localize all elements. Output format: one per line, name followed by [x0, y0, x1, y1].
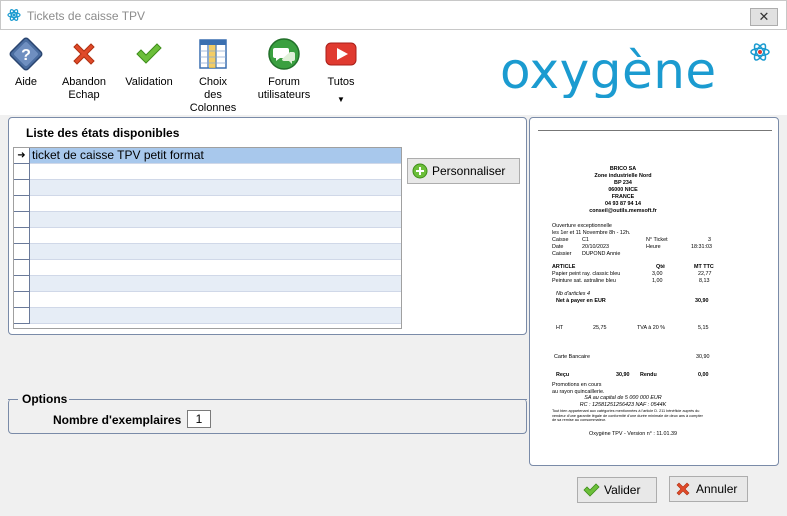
copies-label: Nombre d'exemplaires — [53, 413, 182, 427]
close-icon: ✕ — [758, 9, 770, 24]
table-row[interactable] — [14, 164, 401, 180]
checkmark-icon — [583, 483, 600, 497]
table-row[interactable] — [14, 308, 401, 324]
window-title: Tickets de caisse TPV — [27, 9, 146, 23]
svg-text:?: ? — [21, 47, 31, 64]
abandon-button[interactable]: Abandon Echap — [60, 36, 108, 102]
help-label: Aide — [14, 76, 38, 88]
personnaliser-label: Personnaliser — [432, 164, 506, 178]
video-play-icon — [325, 42, 357, 66]
report-grid[interactable]: ➜ ticket de caisse TPV petit format — [13, 147, 402, 329]
tutos-label: Tutos — [327, 76, 355, 88]
receipt-preview: BRICO SA Zone industrielle Nord BP 234 0… — [538, 126, 772, 458]
validation-label: Validation — [125, 76, 173, 88]
abandon-label-2: Echap — [68, 89, 100, 101]
help-button[interactable]: ? Aide — [6, 36, 46, 89]
receipt-shop: BRICO SA — [609, 166, 637, 172]
logo-atom-icon — [750, 43, 770, 61]
copies-input[interactable]: 1 — [187, 410, 211, 428]
app-atom-icon — [7, 9, 21, 21]
forum-label-1: Forum — [268, 76, 300, 88]
annuler-label: Annuler — [696, 482, 738, 496]
choose-columns-button[interactable]: Choix des Colonnes — [188, 36, 238, 115]
columns-label-3: Colonnes — [189, 102, 237, 114]
annuler-button[interactable]: Annuler — [669, 476, 748, 502]
table-row[interactable] — [14, 196, 401, 212]
validation-button[interactable]: Validation — [124, 36, 174, 89]
table-row[interactable] — [14, 244, 401, 260]
close-x-icon — [676, 482, 690, 496]
table-row[interactable] — [14, 212, 401, 228]
table-row[interactable] — [14, 228, 401, 244]
table-row[interactable] — [14, 276, 401, 292]
table-row[interactable] — [14, 260, 401, 276]
checkmark-icon — [136, 43, 162, 64]
help-icon: ? — [9, 37, 43, 71]
table-row[interactable] — [14, 180, 401, 196]
personnaliser-button[interactable]: Personnaliser — [407, 158, 520, 184]
forum-chat-icon — [268, 38, 300, 70]
close-x-icon — [73, 43, 95, 65]
abandon-label-1: Abandon — [61, 76, 107, 88]
row-arrow-icon: ➜ — [14, 148, 30, 164]
tutos-button[interactable]: Tutos ▼ — [322, 36, 360, 106]
columns-label-2: des — [204, 89, 222, 101]
dropdown-arrow-icon[interactable]: ▼ — [322, 93, 360, 106]
columns-label-1: Choix — [198, 76, 228, 88]
forum-label-2: utilisateurs — [257, 89, 311, 101]
close-button[interactable]: ✕ — [750, 8, 778, 26]
oxygene-logo: oxygène — [500, 42, 770, 98]
valider-button[interactable]: Valider — [577, 477, 657, 503]
table-row[interactable]: ➜ ticket de caisse TPV petit format — [14, 148, 401, 164]
table-row[interactable] — [14, 292, 401, 308]
report-list-panel: Liste des états disponibles ➜ ticket de c… — [8, 117, 527, 335]
logo-text: oxygène — [500, 42, 717, 98]
title-bar: Tickets de caisse TPV ✕ — [0, 0, 787, 30]
add-plus-icon — [412, 163, 428, 179]
options-title: Options — [20, 392, 70, 406]
forum-button[interactable]: Forum utilisateurs — [254, 36, 314, 102]
columns-icon — [199, 39, 227, 69]
receipt-preview-panel: BRICO SA Zone industrielle Nord BP 234 0… — [529, 117, 779, 466]
valider-label: Valider — [604, 483, 641, 497]
report-list-heading: Liste des états disponibles — [26, 126, 180, 140]
